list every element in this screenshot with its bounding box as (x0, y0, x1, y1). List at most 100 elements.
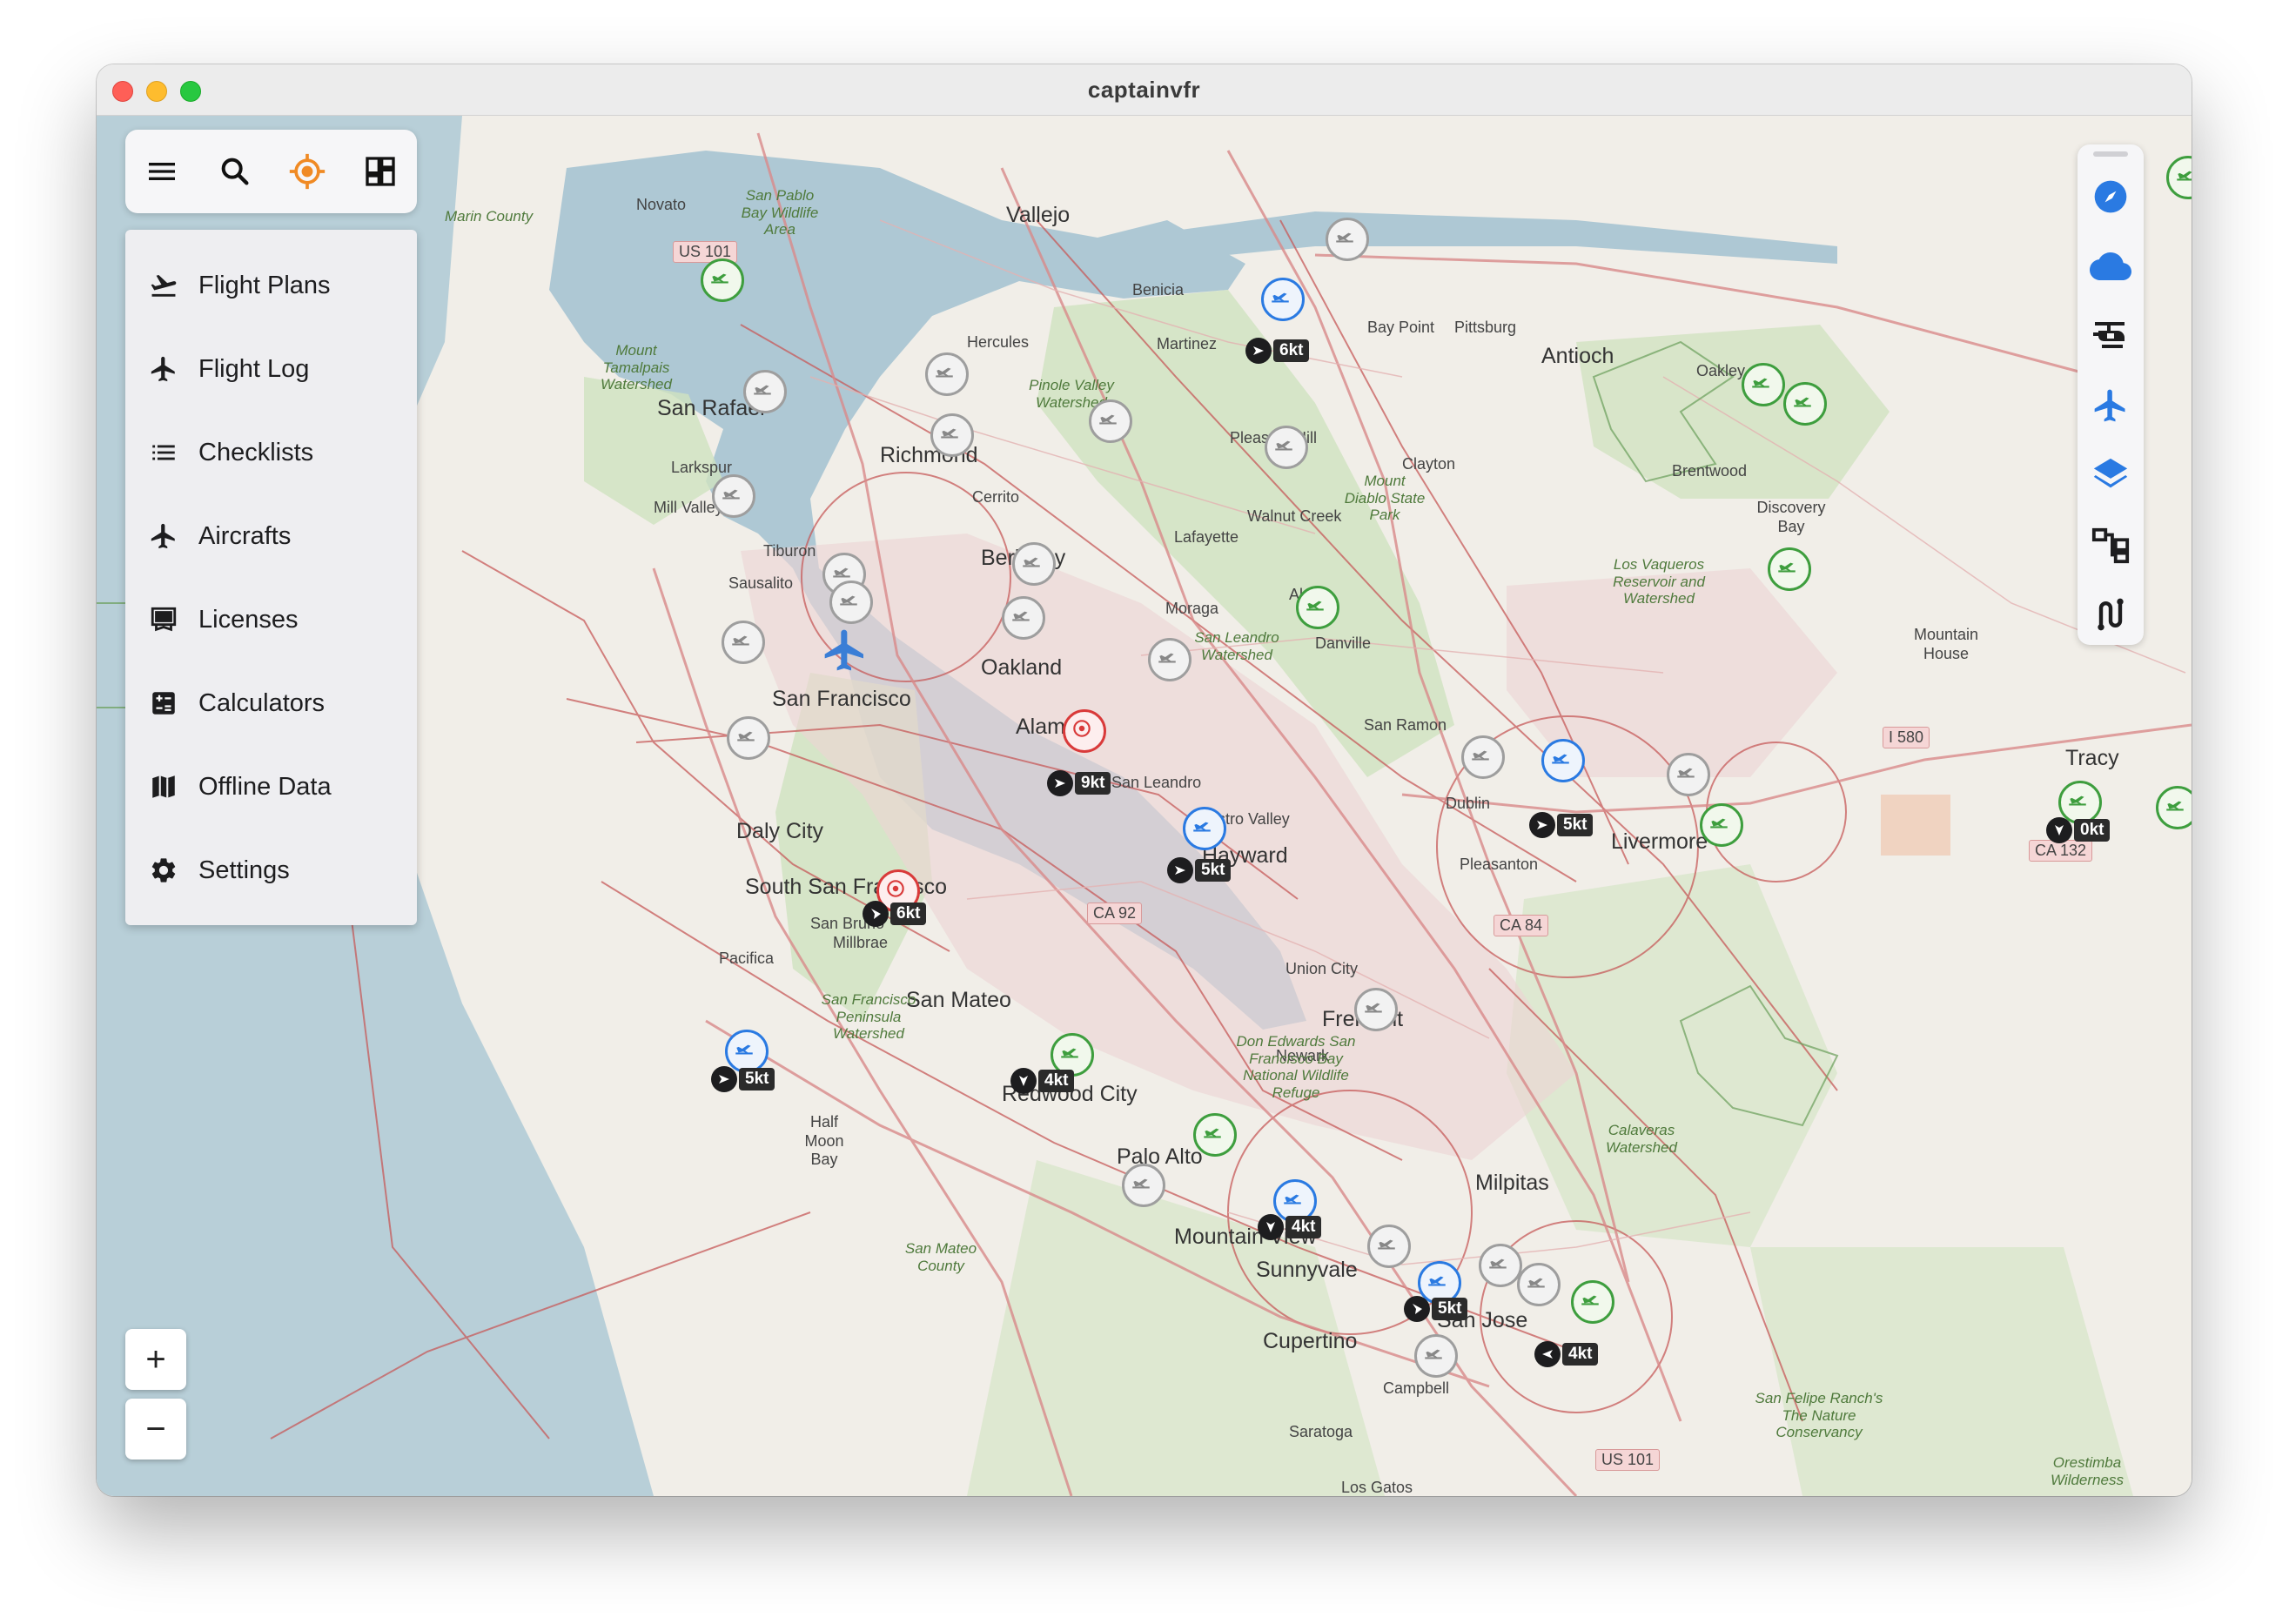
zoom-in-button[interactable]: + (125, 1329, 186, 1390)
airport-marker[interactable] (727, 716, 770, 760)
menu-item-offline-data[interactable]: Offline Data (125, 745, 417, 829)
menu-item-flight-plans[interactable]: Flight Plans (125, 244, 417, 327)
airport-marker[interactable] (829, 580, 873, 624)
airport-marker[interactable] (1541, 739, 1585, 782)
airport-icon (732, 635, 749, 646)
wind-readout[interactable]: 4kt (1010, 1068, 1075, 1094)
dashboard-button[interactable] (352, 144, 408, 199)
airport-marker[interactable] (1183, 807, 1226, 850)
airport-marker[interactable] (1783, 382, 1827, 426)
airport-marker[interactable] (1265, 426, 1308, 469)
heliports-toggle[interactable] (2086, 312, 2135, 360)
airport-marker[interactable] (1517, 1263, 1561, 1306)
airport-icon (754, 385, 771, 395)
list-icon (146, 435, 181, 470)
wind-readout[interactable]: 0kt (2046, 817, 2111, 843)
airport-marker[interactable] (1461, 735, 1505, 779)
airport-marker[interactable] (925, 352, 969, 396)
location-button[interactable] (279, 144, 335, 199)
menu-item-calculators[interactable]: Calculators (125, 661, 417, 745)
reporting-points-toggle[interactable] (2086, 520, 2135, 569)
menu-item-aircrafts[interactable]: Aircrafts (125, 494, 417, 578)
airport-icon (936, 367, 953, 378)
menu-item-flight-log[interactable]: Flight Log (125, 327, 417, 411)
zoom-out-button[interactable]: − (125, 1399, 186, 1460)
wind-readout[interactable]: 5kt (1167, 857, 1232, 883)
airport-marker[interactable] (1063, 709, 1106, 753)
route-toggle[interactable] (2086, 590, 2135, 639)
airport-icon (1193, 822, 1211, 832)
airport-icon (1378, 1239, 1395, 1250)
navaids-toggle[interactable] (2086, 172, 2135, 221)
menu-item-label: Licenses (198, 605, 299, 634)
close-window-button[interactable] (112, 81, 133, 102)
airport-marker[interactable] (722, 621, 765, 664)
airspaces-toggle[interactable] (2086, 451, 2135, 500)
airplane-icon (146, 519, 181, 554)
title-bar: captainvfr (97, 64, 2192, 116)
wind-readout[interactable]: 4kt (1534, 1341, 1599, 1367)
airport-marker[interactable] (1122, 1164, 1165, 1207)
airport-marker[interactable] (1354, 988, 1398, 1031)
wind-arrow-icon (1167, 857, 1193, 883)
place-label: Cerrito (972, 488, 1020, 506)
place-label: Walnut Creek (1247, 507, 1342, 525)
airport-marker[interactable] (1700, 803, 1743, 847)
airport-icon (1677, 768, 1695, 778)
airport-marker[interactable] (930, 413, 974, 457)
airport-marker[interactable] (1193, 1113, 1237, 1157)
airport-marker[interactable] (701, 258, 744, 302)
airport-marker[interactable] (1768, 547, 1811, 591)
airport-marker[interactable] (1571, 1280, 1614, 1324)
menu-button[interactable] (134, 144, 190, 199)
airport-marker[interactable] (1667, 753, 1710, 796)
minimize-window-button[interactable] (146, 81, 167, 102)
airport-icon (1012, 611, 1030, 621)
search-button[interactable] (207, 144, 263, 199)
menu-item-licenses[interactable]: Licenses (125, 578, 417, 661)
weather-toggle[interactable] (2086, 242, 2135, 291)
park-label: San Francisco Peninsula Watershed (821, 991, 916, 1043)
menu-item-checklists[interactable]: Checklists (125, 411, 417, 494)
airport-icon (1099, 414, 1117, 425)
airport-marker[interactable] (1012, 542, 1056, 586)
airport-marker[interactable] (712, 474, 755, 518)
map-view[interactable]: Vallejo Novato Benicia Martinez Hercules… (97, 116, 2192, 1496)
wind-arrow-icon (711, 1066, 737, 1092)
wind-readout[interactable]: 6kt (1245, 338, 1310, 364)
compass-icon (2094, 180, 2127, 213)
highway-shield: I 580 (1883, 727, 1930, 748)
gear-icon (146, 853, 181, 888)
park-label: Los Vaqueros Reservoir and Watershed (1613, 556, 1705, 607)
wind-readout[interactable]: 5kt (711, 1066, 775, 1092)
route-icon (2098, 598, 2124, 631)
airport-marker[interactable] (1414, 1334, 1458, 1378)
wind-readout[interactable]: 6kt (863, 901, 927, 927)
airport-marker[interactable] (1261, 278, 1305, 321)
airport-icon (887, 880, 904, 897)
wind-readout[interactable]: 9kt (1047, 770, 1111, 796)
place-label: Sausalito (728, 574, 794, 592)
airport-marker[interactable] (1148, 638, 1191, 681)
airport-marker[interactable] (743, 370, 787, 413)
wind-readout[interactable]: 4kt (1258, 1214, 1322, 1240)
airport-marker[interactable] (1296, 586, 1339, 629)
zoom-window-button[interactable] (180, 81, 201, 102)
wind-readout[interactable]: 5kt (1404, 1296, 1468, 1322)
airport-marker[interactable] (1479, 1244, 1522, 1287)
airport-icon (722, 489, 740, 500)
menu-item-settings[interactable]: Settings (125, 829, 417, 912)
airport-marker[interactable] (1089, 399, 1132, 443)
airport-marker[interactable] (1002, 596, 1045, 640)
drag-handle[interactable] (2093, 151, 2128, 157)
park-label: San Felipe Ranch's The Nature Conservanc… (1755, 1390, 1883, 1441)
place-label: Los Gatos (1341, 1479, 1413, 1496)
wind-readout[interactable]: 5kt (1529, 812, 1594, 838)
own-aircraft-icon (824, 629, 863, 671)
airports-toggle[interactable] (2086, 381, 2135, 430)
place-label: Cupertino (1263, 1329, 1358, 1353)
airport-marker[interactable] (1367, 1225, 1411, 1268)
airport-marker[interactable] (1742, 363, 1785, 406)
wind-arrow-icon (863, 901, 889, 927)
airport-marker[interactable] (1326, 218, 1369, 261)
